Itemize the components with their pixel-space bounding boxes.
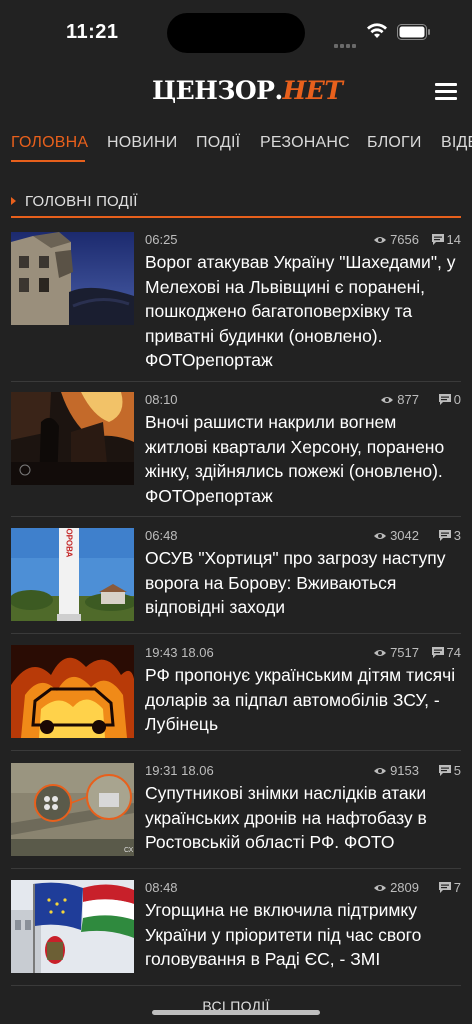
tab-golovna[interactable]: ГОЛОВНА bbox=[11, 134, 88, 152]
comment-count: 14 bbox=[431, 232, 461, 247]
tab-rezonans[interactable]: РЕЗОНАНС bbox=[260, 134, 350, 152]
comment-icon bbox=[438, 530, 451, 541]
comment-count: 3 bbox=[438, 528, 461, 543]
comment-icon bbox=[438, 765, 451, 776]
news-headline[interactable]: Угорщина не включила підтримку України у… bbox=[145, 898, 461, 972]
battery-icon bbox=[397, 24, 430, 40]
view-count-value: 9153 bbox=[390, 763, 419, 778]
view-count-value: 3042 bbox=[390, 528, 419, 543]
view-count: 7517 bbox=[373, 645, 419, 660]
news-thumbnail[interactable] bbox=[11, 880, 134, 973]
comment-icon bbox=[431, 234, 444, 245]
news-time: 19:43 18.06 bbox=[145, 645, 214, 660]
news-headline[interactable]: Супутникові знімки наслідків атаки украї… bbox=[145, 781, 461, 855]
comment-count: 74 bbox=[431, 645, 461, 660]
comment-icon bbox=[438, 882, 451, 893]
view-count: 3042 bbox=[373, 528, 419, 543]
view-count-value: 877 bbox=[397, 392, 419, 407]
eye-icon bbox=[381, 397, 394, 403]
eye-icon bbox=[374, 237, 387, 243]
damaged-building-photo bbox=[11, 232, 134, 325]
night-fire-photo bbox=[11, 392, 134, 485]
news-headline[interactable]: Вночі рашисти накрили вогнем житлові ква… bbox=[145, 410, 461, 508]
hamburger-menu-icon[interactable] bbox=[435, 83, 457, 101]
news-headline[interactable]: РФ пропонує українським дітям тисячі дол… bbox=[145, 663, 461, 737]
tab-podii[interactable]: ПОДІЇ bbox=[196, 134, 240, 152]
news-thumbnail[interactable] bbox=[11, 392, 134, 485]
news-item[interactable]: БОРОВА 06:48 3042 3 ОСУВ "Хортиця" про з… bbox=[11, 528, 461, 634]
news-time: 08:10 bbox=[145, 392, 178, 407]
section-title: ГОЛОВНІ ПОДІЇ bbox=[25, 193, 138, 210]
comment-icon bbox=[431, 647, 444, 658]
status-bar: 11:21 bbox=[0, 0, 472, 62]
tab-novyny[interactable]: НОВИНИ bbox=[107, 134, 177, 152]
news-meta: 08:10 877 0 bbox=[145, 392, 461, 410]
comment-count-value: 7 bbox=[453, 880, 461, 895]
flags-photo bbox=[11, 880, 134, 973]
news-item[interactable]: СХ 19:31 18.06 9153 5 Супутникові знімки… bbox=[11, 763, 461, 869]
dynamic-island bbox=[167, 13, 305, 53]
news-item[interactable]: 08:10 877 0 Вночі рашисти накрили вогнем… bbox=[11, 392, 461, 517]
logo-text-accent: НЕТ bbox=[282, 76, 343, 105]
news-thumbnail[interactable]: СХ bbox=[11, 763, 134, 856]
active-tab-indicator bbox=[11, 160, 85, 162]
news-thumbnail[interactable]: БОРОВА bbox=[11, 528, 134, 621]
view-count-value: 2809 bbox=[390, 880, 419, 895]
comment-count: 7 bbox=[438, 880, 461, 895]
comment-count-value: 74 bbox=[446, 645, 461, 660]
section-arrow-icon bbox=[11, 197, 16, 205]
view-count: 7656 bbox=[373, 232, 419, 247]
news-headline[interactable]: Ворог атакував Україну "Шахедами", у Мел… bbox=[145, 250, 461, 373]
eye-icon bbox=[374, 650, 387, 656]
news-time: 08:48 bbox=[145, 880, 178, 895]
eye-icon bbox=[374, 768, 387, 774]
logo-text-main: ЦЕНЗОР. bbox=[152, 76, 283, 105]
view-count-value: 7517 bbox=[390, 645, 419, 660]
comment-icon bbox=[438, 394, 451, 405]
news-item[interactable]: 08:48 2809 7 Угорщина не включила підтри… bbox=[11, 880, 461, 986]
news-time: 19:31 18.06 bbox=[145, 763, 214, 778]
satellite-corner-label: СХ bbox=[124, 847, 134, 854]
news-time: 06:48 bbox=[145, 528, 178, 543]
home-indicator[interactable] bbox=[152, 1010, 320, 1015]
view-count-value: 7656 bbox=[390, 232, 419, 247]
comment-count-value: 5 bbox=[453, 763, 461, 778]
borova-sign-text: БОРОВА bbox=[65, 528, 74, 558]
comment-count: 5 bbox=[438, 763, 461, 778]
section-header: ГОЛОВНІ ПОДІЇ bbox=[11, 188, 461, 218]
news-meta: 19:31 18.06 9153 5 bbox=[145, 763, 461, 781]
status-time: 11:21 bbox=[66, 21, 119, 43]
news-headline[interactable]: ОСУВ "Хортиця" про загрозу наступу ворог… bbox=[145, 546, 461, 620]
borova-sign-photo: БОРОВА bbox=[11, 528, 134, 621]
cellular-signal-icon bbox=[334, 35, 358, 48]
comment-count-value: 3 bbox=[453, 528, 461, 543]
news-item[interactable]: 06:25 7656 14 Ворог атакував Україну "Ша… bbox=[11, 232, 461, 382]
wifi-icon bbox=[367, 23, 387, 38]
comment-count: 0 bbox=[438, 392, 461, 407]
comment-count-value: 0 bbox=[453, 392, 461, 407]
tab-video[interactable]: ВІДЕ bbox=[441, 134, 472, 152]
app-header: ЦЕНЗОР.НЕТ bbox=[0, 62, 472, 122]
news-thumbnail[interactable] bbox=[11, 232, 134, 325]
category-tabs: ГОЛОВНА НОВИНИ ПОДІЇ РЕЗОНАНС БЛОГИ ВІДЕ bbox=[0, 122, 472, 166]
news-meta: 06:25 7656 14 bbox=[145, 232, 461, 250]
tab-blogy[interactable]: БЛОГИ bbox=[367, 134, 422, 152]
comment-count-value: 14 bbox=[446, 232, 461, 247]
burning-car-photo bbox=[11, 645, 134, 738]
view-count: 9153 bbox=[373, 763, 419, 778]
news-time: 06:25 bbox=[145, 232, 178, 247]
news-meta: 19:43 18.06 7517 74 bbox=[145, 645, 461, 663]
news-meta: 06:48 3042 3 bbox=[145, 528, 461, 546]
view-count: 2809 bbox=[373, 880, 419, 895]
eye-icon bbox=[374, 533, 387, 539]
site-logo[interactable]: ЦЕНЗОР.НЕТ bbox=[152, 76, 343, 106]
news-meta: 08:48 2809 7 bbox=[145, 880, 461, 898]
eye-icon bbox=[374, 885, 387, 891]
news-thumbnail[interactable] bbox=[11, 645, 134, 738]
satellite-image-photo: СХ bbox=[11, 763, 134, 856]
news-item[interactable]: 19:43 18.06 7517 74 РФ пропонує українсь… bbox=[11, 645, 461, 751]
view-count: 877 bbox=[380, 392, 419, 407]
